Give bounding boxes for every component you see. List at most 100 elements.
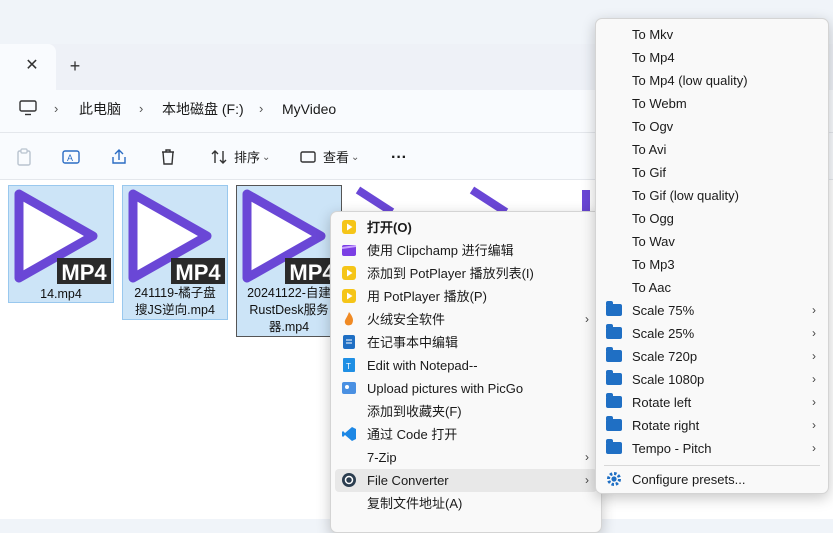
context-menu-item[interactable]: 通过 Code 打开 [335, 423, 597, 446]
converter-menu-item-label: To Avi [632, 142, 667, 157]
svg-text:MP4: MP4 [289, 260, 335, 284]
sort-icon[interactable] [209, 147, 229, 167]
view-icon[interactable] [298, 147, 318, 167]
context-menu-item[interactable]: 在记事本中编辑 [335, 331, 597, 354]
context-menu-item[interactable]: Upload pictures with PicGo [335, 377, 597, 400]
converter-menu-item[interactable]: To Mp4 (low quality) [600, 69, 824, 92]
breadcrumb-folder[interactable]: MyVideo [282, 100, 336, 118]
computer-icon [19, 100, 37, 116]
clipchamp-icon [341, 242, 357, 258]
picgo-icon [341, 380, 357, 396]
converter-menu-item[interactable]: › Rotate right [600, 414, 824, 437]
converter-menu-item[interactable]: › Scale 25% [600, 322, 824, 345]
configure-presets-label: Configure presets... [632, 472, 746, 487]
svg-text:T: T [346, 362, 351, 371]
converter-menu-item[interactable]: To Gif (low quality) [600, 184, 824, 207]
file-converter-submenu: To Mkv To Mp4 To Mp4 (low quality) To Webm T… [595, 18, 829, 494]
chevron-right-icon: › [812, 395, 816, 409]
mp4-file-icon: MP4 [14, 189, 111, 284]
converter-menu-item[interactable]: To Mkv [600, 23, 824, 46]
menu-separator [604, 465, 820, 466]
converter-menu-item[interactable]: To Gif [600, 161, 824, 184]
converter-menu-item-label: To Ogg [632, 211, 674, 226]
context-menu-item[interactable]: 用 PotPlayer 播放(P) [335, 285, 597, 308]
converter-menu-item-label: Rotate left [632, 395, 692, 410]
chevron-right-icon: › [139, 101, 144, 116]
file-item[interactable]: MP4 241119-橘子盘 搜JS逆向.mp4 [122, 185, 228, 320]
converter-menu-item[interactable]: To Avi [600, 138, 824, 161]
huorong-icon [341, 311, 357, 327]
svg-text:A: A [67, 153, 73, 163]
file-converter-icon [341, 472, 357, 488]
converter-menu-item[interactable]: To Aac [600, 276, 824, 299]
context-menu-item-label: 使用 Clipchamp 进行编辑 [367, 243, 514, 258]
converter-menu-item[interactable]: To Wav [600, 230, 824, 253]
converter-menu-item[interactable]: To Mp4 [600, 46, 824, 69]
converter-menu-item[interactable]: To Ogv [600, 115, 824, 138]
context-menu-item-label: 在记事本中编辑 [367, 335, 459, 350]
close-icon[interactable]: ✕ [24, 58, 40, 74]
chevron-right-icon: › [585, 312, 589, 326]
file-item[interactable]: MP4 20241122-自建 RustDesk服务 器.mp4 [236, 185, 342, 337]
context-menu-item[interactable]: T Edit with Notepad-- [335, 354, 597, 377]
sort-button[interactable]: 排序 [234, 150, 260, 166]
converter-menu-item-label: To Ogv [632, 119, 674, 134]
more-options-button[interactable]: ··· [391, 150, 407, 166]
delete-icon[interactable] [158, 147, 178, 167]
chevron-right-icon: › [812, 418, 816, 432]
rename-icon[interactable]: A [61, 147, 81, 167]
converter-menu-item-label: Scale 25% [632, 326, 695, 341]
context-menu-item[interactable]: 添加到 PotPlayer 播放列表(I) [335, 262, 597, 285]
configure-presets-item[interactable]: Configure presets... [600, 468, 824, 491]
context-menu-item[interactable]: 7-Zip › [335, 446, 597, 469]
chevron-right-icon: › [259, 101, 264, 116]
file-item[interactable]: MP4 14.mp4 [8, 185, 114, 303]
context-menu-item-label: 通过 Code 打开 [367, 427, 458, 442]
context-menu-item[interactable]: 使用 Clipchamp 进行编辑 [335, 239, 597, 262]
converter-menu-item-label: Scale 1080p [632, 372, 705, 387]
context-menu-item[interactable]: File Converter › [335, 469, 597, 492]
svg-text:MP4: MP4 [175, 260, 221, 284]
converter-menu-item-label: Scale 75% [632, 303, 695, 318]
file-name: 14.mp4 [40, 287, 82, 301]
folder-icon [606, 416, 622, 431]
converter-menu-item-label: To Aac [632, 280, 672, 295]
chevron-right-icon: › [812, 372, 816, 386]
context-menu-item-label: 7-Zip [367, 450, 397, 465]
context-menu-item[interactable]: 添加到收藏夹(F) [335, 400, 597, 423]
context-menu-item[interactable]: 打开(O) [335, 216, 597, 239]
file-name: 241119-橘子盘 搜JS逆向.mp4 [134, 286, 216, 317]
chevron-right-icon: › [812, 326, 816, 340]
chevron-right-icon: › [585, 450, 589, 464]
converter-menu-item[interactable]: To Mp3 [600, 253, 824, 276]
converter-menu-item-label: To Mp4 [632, 50, 675, 65]
converter-menu-item[interactable]: › Scale 1080p [600, 368, 824, 391]
view-button[interactable]: 查看 [323, 150, 349, 166]
mp4-file-icon: MP4 [128, 189, 225, 284]
context-menu-item-label: File Converter [367, 473, 449, 488]
potplayer-icon [341, 288, 357, 304]
converter-menu-item-label: Scale 720p [632, 349, 698, 364]
converter-menu-item[interactable]: › Scale 75% [600, 299, 824, 322]
context-menu-item-label: 添加到 PotPlayer 播放列表(I) [367, 266, 534, 281]
converter-menu-item[interactable]: › Scale 720p [600, 345, 824, 368]
context-menu-item[interactable]: 复制文件地址(A) [335, 492, 597, 515]
converter-menu-item-label: To Gif (low quality) [632, 188, 739, 203]
breadcrumb-drive[interactable]: 本地磁盘 (F:) [162, 100, 244, 118]
converter-menu-item[interactable]: To Ogg [600, 207, 824, 230]
vscode-icon [341, 426, 357, 442]
converter-menu-item[interactable]: To Webm [600, 92, 824, 115]
paste-icon[interactable] [14, 147, 34, 167]
breadcrumb-this-pc[interactable]: 此电脑 [79, 100, 121, 118]
converter-menu-item-label: Tempo - Pitch [632, 441, 712, 456]
share-icon[interactable] [109, 147, 129, 167]
potplayer-icon [341, 219, 357, 235]
converter-menu-item-label: Rotate right [632, 418, 700, 433]
context-menu-item[interactable]: 火绒安全软件 › [335, 308, 597, 331]
converter-menu-item[interactable]: › Rotate left [600, 391, 824, 414]
plus-icon[interactable]: + [66, 57, 84, 76]
converter-menu-item[interactable]: › Tempo - Pitch [600, 437, 824, 460]
chevron-right-icon: › [54, 101, 59, 116]
folder-icon [606, 301, 622, 316]
chevron-down-icon: ⌄ [262, 152, 271, 163]
